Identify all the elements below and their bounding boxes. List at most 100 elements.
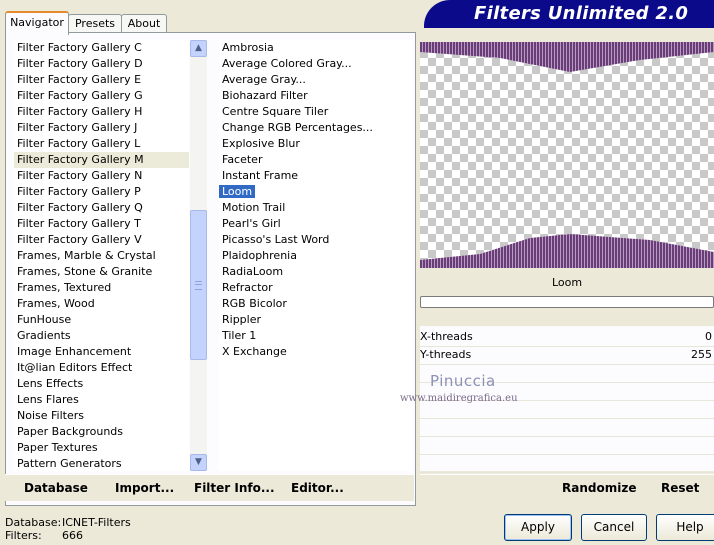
list-item-label: Motion Trail (222, 201, 286, 214)
chevron-down-icon: ▼ (195, 457, 202, 467)
list-item[interactable]: Lens Flares (14, 392, 189, 408)
list-item[interactable]: Motion Trail (219, 200, 412, 216)
help-button[interactable]: Help (656, 514, 714, 541)
list-item[interactable]: Instant Frame (219, 168, 412, 184)
list-item-label: Picasso's Last Word (222, 233, 330, 246)
list-item-label: Frames, Stone & Granite (17, 265, 153, 278)
randomize-button[interactable]: Randomize (562, 481, 636, 495)
filters-count: 666 (62, 529, 83, 542)
list-item[interactable]: Filter Factory Gallery J (14, 120, 189, 136)
list-item[interactable]: Lens Effects (14, 376, 189, 392)
list-item[interactable]: Plaidophrenia (219, 248, 412, 264)
list-item-label: Filter Factory Gallery M (17, 153, 144, 166)
list-item-label: Filter Factory Gallery N (17, 169, 143, 182)
list-item[interactable]: Refractor (219, 280, 412, 296)
cancel-button[interactable]: Cancel (581, 514, 647, 541)
list-item[interactable]: Filter Factory Gallery G (14, 88, 189, 104)
apply-button[interactable]: Apply (504, 514, 572, 541)
list-item[interactable]: Centre Square Tiler (219, 104, 412, 120)
list-item-label: Explosive Blur (222, 137, 300, 150)
list-item[interactable]: Picasso's Last Word (219, 232, 412, 248)
filter-info-button[interactable]: Filter Info... (194, 481, 275, 495)
list-item[interactable]: Change RGB Percentages... (219, 120, 412, 136)
database-value: ICNET-Filters (62, 516, 131, 529)
tab-presets[interactable]: Presets (68, 14, 122, 33)
list-item[interactable]: Gradients (14, 328, 189, 344)
list-item[interactable]: FunHouse (14, 312, 189, 328)
list-item[interactable]: Frames, Stone & Granite (14, 264, 189, 280)
list-item[interactable]: RGB Bicolor (219, 296, 412, 312)
list-item[interactable]: Loom (219, 184, 412, 200)
list-item[interactable]: Filter Factory Gallery M (14, 152, 189, 168)
list-item[interactable]: Paper Textures (14, 440, 189, 456)
list-item[interactable]: Filter Factory Gallery T (14, 216, 189, 232)
list-item[interactable]: X Exchange (219, 344, 412, 360)
database-button[interactable]: Database (24, 481, 88, 495)
list-item[interactable]: Pattern Generators (14, 456, 189, 471)
list-item[interactable]: Tiler 1 (219, 328, 412, 344)
scroll-up-button[interactable]: ▲ (190, 40, 207, 57)
list-item[interactable]: Biohazard Filter (219, 88, 412, 104)
list-item-label: Average Gray... (222, 73, 306, 86)
list-item[interactable]: Image Enhancement (14, 344, 189, 360)
list-item-label: Rippler (222, 313, 262, 326)
list-item-label: Image Enhancement (17, 345, 132, 358)
list-item[interactable]: Explosive Blur (219, 136, 412, 152)
list-item[interactable]: Filter Factory Gallery H (14, 104, 189, 120)
param-label: Y-threads (420, 348, 472, 361)
list-item-label: Filter Factory Gallery E (17, 73, 142, 86)
list-item-label: Ambrosia (222, 41, 274, 54)
list-item[interactable]: It@lian Editors Effect (14, 360, 189, 376)
list-item-label: Gradients (17, 329, 71, 342)
list-item-label: Filter Factory Gallery V (17, 233, 142, 246)
scroll-down-button[interactable]: ▼ (190, 454, 207, 471)
list-item[interactable]: Average Gray... (219, 72, 412, 88)
filter-list[interactable]: Ambrosia Average Colored Gray... Average G… (219, 40, 412, 471)
list-item[interactable]: Filter Factory Gallery L (14, 136, 189, 152)
filters-label: Filters: (5, 529, 42, 542)
list-item[interactable]: Filter Factory Gallery C (14, 40, 189, 56)
list-item[interactable]: Ambrosia (219, 40, 412, 56)
list-item[interactable]: Frames, Textured (14, 280, 189, 296)
list-item[interactable]: Filter Factory Gallery V (14, 232, 189, 248)
list-item[interactable]: Filter Factory Gallery Q (14, 200, 189, 216)
list-item[interactable]: Filter Factory Gallery D (14, 56, 189, 72)
list-item[interactable]: Paper Backgrounds (14, 424, 189, 440)
list-item[interactable]: Filter Factory Gallery P (14, 184, 189, 200)
category-list[interactable]: Filter Factory Gallery C Filter Factory G… (14, 40, 189, 471)
param-value[interactable]: 0 (705, 330, 712, 343)
list-item[interactable]: Rippler (219, 312, 412, 328)
param-value[interactable]: 255 (691, 348, 712, 361)
scroll-thumb[interactable] (190, 210, 207, 360)
database-label: Database: (5, 516, 62, 529)
tab-about[interactable]: About (121, 14, 167, 33)
list-item[interactable]: Frames, Wood (14, 296, 189, 312)
list-item-label: Paper Textures (17, 441, 98, 454)
editor-button[interactable]: Editor... (291, 481, 344, 495)
list-item[interactable]: Frames, Marble & Crystal (14, 248, 189, 264)
list-item-label: Paper Backgrounds (17, 425, 124, 438)
list-item[interactable]: Average Colored Gray... (219, 56, 412, 72)
list-item[interactable]: Faceter (219, 152, 412, 168)
reset-button[interactable]: Reset (661, 481, 699, 495)
import-button[interactable]: Import... (115, 481, 174, 495)
watermark-url: www.maidiregrafica.eu (400, 393, 518, 404)
loom-preview (420, 42, 714, 268)
list-item-label: Filter Factory Gallery C (17, 41, 142, 54)
list-item[interactable]: Filter Factory Gallery E (14, 72, 189, 88)
watermark-name: Pinuccia (430, 372, 496, 390)
category-scrollbar[interactable]: ▲ ▼ (190, 40, 207, 471)
list-item[interactable]: Pearl's Girl (219, 216, 412, 232)
param-row-x-threads[interactable]: X-threads 0 (420, 328, 714, 347)
chevron-up-icon: ▲ (195, 43, 202, 53)
list-item-label: Filter Factory Gallery L (17, 137, 141, 150)
list-item-label: Frames, Textured (17, 281, 112, 294)
tab-navigator[interactable]: Navigator (5, 11, 69, 35)
list-item[interactable]: Filter Factory Gallery N (14, 168, 189, 184)
param-row-y-threads[interactable]: Y-threads 255 (420, 346, 714, 365)
list-item-label: Biohazard Filter (222, 89, 308, 102)
list-item[interactable]: Noise Filters (14, 408, 189, 424)
list-item-label: Change RGB Percentages... (222, 121, 373, 134)
list-item[interactable]: RadiaLoom (219, 264, 412, 280)
list-item-label: Pattern Generators (17, 457, 122, 470)
